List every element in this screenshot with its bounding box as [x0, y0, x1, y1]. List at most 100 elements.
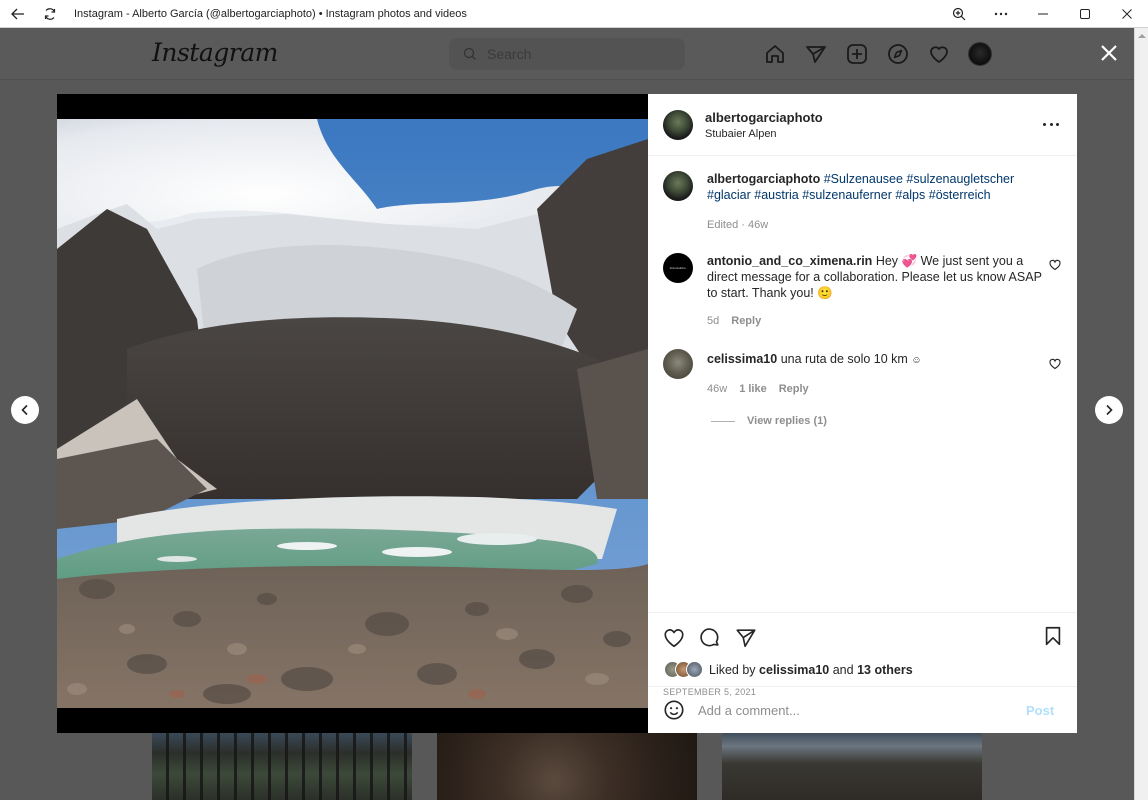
smile-emoji: 🙂: [817, 286, 833, 300]
grid-thumbnail[interactable]: [152, 732, 412, 800]
hashtag-link[interactable]: #sulzenauferner: [802, 188, 892, 202]
hashtag-link[interactable]: #Sulzenausee: [824, 172, 903, 186]
home-icon: [765, 45, 784, 63]
author-avatar[interactable]: [663, 171, 693, 201]
caption-username[interactable]: albertogarciaphoto: [707, 172, 820, 186]
maximize-icon: [1080, 8, 1090, 19]
minimize-button[interactable]: [1022, 0, 1064, 28]
grid-thumbnail[interactable]: [437, 732, 697, 800]
caption: albertogarciaphoto #Sulzenausee #sulzena…: [663, 171, 1061, 233]
chevron-right-icon: [1106, 404, 1113, 416]
top-nav: [754, 40, 1000, 68]
hashtag-link[interactable]: #glaciar: [707, 188, 751, 202]
divider-line: [711, 420, 735, 422]
more-options-button[interactable]: [980, 0, 1022, 28]
comment-text: una ruta de solo 10 km: [780, 352, 908, 366]
window-close-button[interactable]: [1106, 0, 1148, 28]
next-post-button[interactable]: [1095, 396, 1123, 424]
like-heart-icon[interactable]: [663, 627, 685, 649]
comment-like-heart-icon[interactable]: [1049, 259, 1061, 271]
direct-icon: [805, 46, 826, 63]
comment-item: celissima10 una ruta de solo 10 km ☺ 46w…: [663, 349, 1061, 397]
more-icon: [994, 12, 1008, 15]
liked-by: Liked by celissima10 and 13 others: [648, 651, 1077, 678]
author-avatar[interactable]: [663, 109, 693, 140]
hashtag-link[interactable]: #alps: [895, 188, 925, 202]
modal-close-icon[interactable]: [1098, 42, 1120, 64]
back-arrow-icon: [11, 8, 24, 19]
post-details-panel: albertogarciaphoto Stubaier Alpen albert…: [648, 94, 1077, 733]
heart-emoji: 💞: [901, 254, 918, 268]
search-input[interactable]: [487, 46, 667, 62]
comment-input[interactable]: [698, 702, 1018, 718]
post-more-options-icon[interactable]: [1043, 119, 1059, 129]
search-box[interactable]: [449, 38, 685, 70]
previous-post-button[interactable]: [11, 396, 39, 424]
save-bookmark-icon[interactable]: [1042, 625, 1064, 647]
search-icon: [463, 47, 476, 60]
scroll-up-arrow-icon[interactable]: [1138, 34, 1146, 38]
instagram-logo[interactable]: Instagram: [152, 38, 278, 67]
author-username[interactable]: albertogarciaphoto: [705, 110, 823, 125]
commenter-avatar[interactable]: Antonio&Co.: [663, 253, 693, 283]
nav-new-post[interactable]: [836, 40, 877, 68]
maximize-button[interactable]: [1064, 0, 1106, 28]
refresh-button[interactable]: [34, 0, 66, 28]
post-media[interactable]: [57, 94, 648, 733]
comments-list[interactable]: albertogarciaphoto #Sulzenausee #sulzena…: [648, 156, 1077, 584]
commenter-avatar[interactable]: [663, 349, 693, 379]
refresh-icon: [44, 7, 56, 20]
comment-username[interactable]: celissima10: [707, 352, 777, 366]
nav-home[interactable]: [754, 40, 795, 68]
post-actions: Liked by celissima10 and 13 others SEPTE…: [648, 612, 1077, 697]
window-title: Instagram - Alberto García (@albertogarc…: [74, 7, 467, 20]
post-photo: [57, 119, 648, 708]
view-replies-label: View replies (1): [747, 415, 827, 427]
emoji-picker-icon[interactable]: [663, 699, 685, 721]
nav-activity[interactable]: [918, 40, 959, 68]
profile-grid-row: [152, 732, 982, 800]
explore-icon: [887, 44, 908, 64]
nav-direct[interactable]: [795, 40, 836, 68]
hashtag-link[interactable]: #österreich: [929, 188, 991, 202]
post-location[interactable]: Stubaier Alpen: [705, 128, 823, 140]
nav-profile[interactable]: [959, 40, 1000, 68]
comment-item: Antonio&Co. antonio_and_co_ximena.rin He…: [663, 253, 1061, 329]
comment-age[interactable]: 5d: [707, 313, 719, 329]
chevron-left-icon: [21, 404, 28, 416]
comment-text-start: Hey: [875, 254, 899, 268]
reply-button[interactable]: Reply: [731, 313, 761, 329]
grid-thumbnail[interactable]: [722, 732, 982, 800]
share-direct-icon[interactable]: [735, 627, 757, 649]
avatar-brand-text: Antonio&Co.: [669, 266, 687, 270]
hashtag-link[interactable]: #austria: [754, 188, 798, 202]
view-replies-button[interactable]: View replies (1): [711, 415, 1061, 427]
instagram-header: Instagram: [0, 28, 1134, 80]
comment-like-heart-icon[interactable]: [1049, 358, 1061, 370]
liked-by-others[interactable]: 13 others: [857, 663, 913, 677]
comment-bubble-icon[interactable]: [699, 627, 721, 649]
liked-by-prefix: Liked by: [709, 662, 756, 677]
zoom-button[interactable]: [938, 0, 980, 28]
liker-avatars: [664, 661, 703, 678]
post-header: albertogarciaphoto Stubaier Alpen: [648, 94, 1077, 156]
edited-label: Edited: [707, 219, 739, 231]
page-scrollbar[interactable]: [1134, 28, 1148, 800]
comment-likes-count[interactable]: 1 like: [739, 381, 767, 397]
comment-age[interactable]: 46w: [707, 381, 727, 397]
caption-age[interactable]: 46w: [748, 219, 768, 231]
smile-emoji: ☺: [911, 355, 922, 366]
back-button[interactable]: [2, 0, 34, 28]
post-comment-button[interactable]: Post: [1026, 703, 1054, 718]
nav-explore[interactable]: [877, 40, 918, 68]
new-post-icon: [846, 44, 867, 64]
liked-by-user[interactable]: celissima10: [759, 663, 829, 677]
hashtag-link[interactable]: #sulzenaugletscher: [906, 172, 1014, 186]
add-comment-bar: Post: [648, 686, 1077, 733]
window-titlebar: Instagram - Alberto García (@albertogarc…: [0, 0, 1148, 28]
zoom-icon: [952, 7, 966, 20]
close-icon: [1122, 8, 1132, 19]
page-overlay[interactable]: Instagram Search albertogarciaphoto Stub…: [0, 28, 1134, 800]
comment-username[interactable]: antonio_and_co_ximena.rin: [707, 254, 872, 268]
reply-button[interactable]: Reply: [779, 381, 809, 397]
